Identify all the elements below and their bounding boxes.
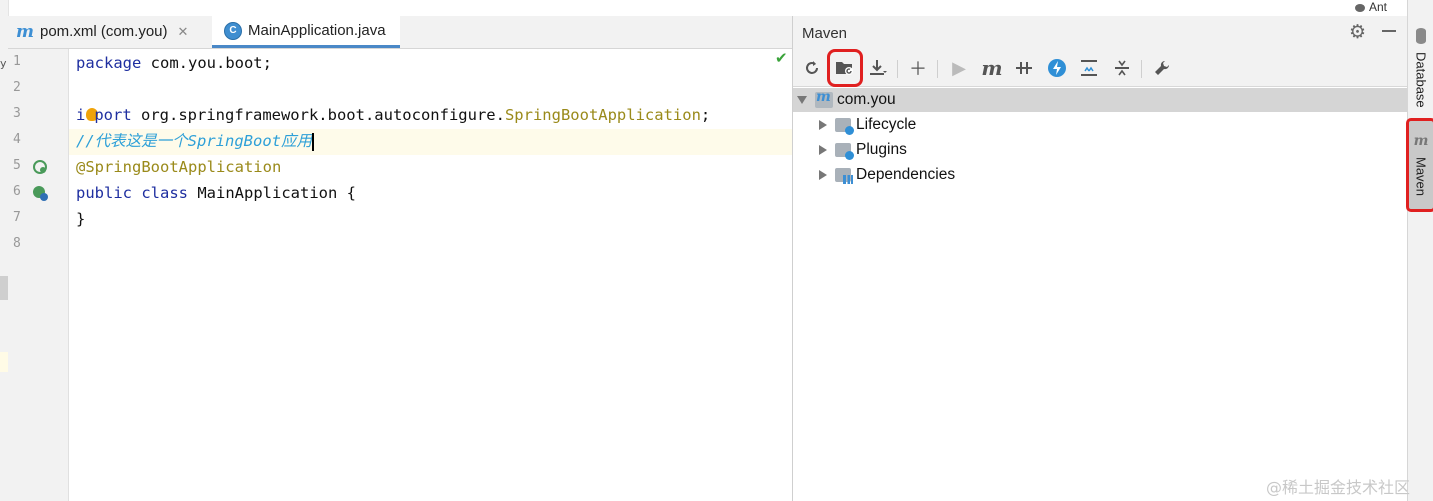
tree-item-dependencies[interactable]: Dependencies — [819, 163, 955, 187]
line-number: 7 — [13, 210, 21, 225]
show-dependencies-button[interactable] — [1076, 54, 1102, 82]
execute-maven-goal-button[interactable]: m — [979, 54, 1005, 82]
left-strip-glyph: y — [0, 57, 7, 70]
tab-label: pom.xml (com.you) — [40, 23, 168, 40]
maven-header: Maven ⚙ — [793, 16, 1407, 50]
code-line-4: //代表这是一个SpringBoot应用 — [76, 132, 314, 151]
reload-all-projects-button[interactable] — [799, 54, 825, 82]
tab-main-application[interactable]: C MainApplication.java — [212, 16, 400, 48]
lightning-icon — [1048, 59, 1066, 77]
maven-title: Maven — [802, 25, 848, 42]
code-editor[interactable]: ✔ package com.you.boot; i port org.spring… — [69, 49, 792, 501]
watermark: @稀土掘金技术社区 — [1266, 478, 1411, 497]
folder-refresh-icon — [836, 62, 853, 75]
plugins-folder-icon — [835, 143, 854, 160]
ant-label: Ant — [1369, 0, 1388, 14]
maven-project-icon: m — [815, 89, 833, 108]
line-number: 1 — [13, 54, 21, 69]
download-sources-button[interactable] — [865, 54, 891, 82]
text-caret — [311, 132, 314, 151]
tool-tab-maven[interactable]: m Maven — [1406, 118, 1433, 212]
offline-icon — [1016, 62, 1032, 74]
java-class-icon: C — [224, 21, 242, 40]
tab-pom-xml[interactable]: m pom.xml (com.you) ✕ — [16, 16, 188, 47]
line-number: 6 — [13, 184, 21, 199]
tool-tab-database[interactable]: Database — [1408, 50, 1433, 110]
tree-item-label: Lifecycle — [856, 116, 917, 133]
inspection-ok-check-icon[interactable]: ✔ — [775, 49, 788, 67]
line-number: 3 — [13, 106, 21, 121]
line-number: 4 — [13, 132, 21, 147]
top-spacer — [8, 0, 1408, 16]
database-icon — [1416, 28, 1426, 44]
left-strip-marker[interactable] — [0, 276, 8, 300]
add-maven-project-button[interactable]: ＋ — [905, 54, 931, 82]
expand-all-icon — [1081, 60, 1097, 76]
tree-item-root[interactable]: m com.you — [793, 88, 1411, 112]
maven-toolbar: ＋ ▶ m — [793, 49, 1407, 87]
code-line-6: public class MainApplication { — [76, 184, 356, 202]
tab-label: MainApplication.java — [248, 22, 386, 39]
editor-gutter: 1 2 3 4 5 6 7 8 — [8, 49, 69, 501]
tree-item-label: com.you — [837, 91, 896, 108]
maven-m-icon: m — [16, 21, 34, 42]
wrench-icon — [1155, 60, 1170, 75]
toggle-offline-mode-button[interactable] — [1011, 54, 1037, 82]
gear-icon[interactable]: ⚙ — [1349, 21, 1366, 43]
dependencies-folder-icon — [835, 168, 853, 184]
line-number: 8 — [13, 236, 21, 251]
tree-item-label: Dependencies — [856, 166, 956, 183]
maven-settings-button[interactable] — [1149, 54, 1175, 82]
skip-tests-button[interactable] — [1044, 54, 1070, 82]
line-number: 5 — [13, 158, 21, 173]
maven-m-icon: m — [1413, 133, 1429, 150]
toolbar-separator — [897, 60, 898, 78]
tree-item-lifecycle[interactable]: Lifecycle — [819, 113, 916, 137]
chevron-down-icon[interactable] — [797, 96, 807, 104]
refresh-icon — [806, 61, 818, 74]
lifecycle-folder-icon — [835, 118, 854, 135]
spring-bean-icon[interactable] — [32, 159, 48, 175]
editor-tab-bar: m pom.xml (com.you) ✕ C MainApplication.… — [8, 16, 792, 49]
toolbar-separator — [1141, 60, 1142, 78]
plus-icon: ＋ — [909, 59, 927, 80]
line-number: 2 — [13, 80, 21, 95]
code-line-7: } — [76, 210, 86, 228]
code-line-3: i port org.springframework.boot.autoconfi… — [76, 106, 711, 124]
code-line-1: package com.you.boot; — [76, 54, 272, 72]
ant-tool-button[interactable]: Ant — [1355, 0, 1387, 14]
hide-panel-icon[interactable] — [1382, 30, 1396, 32]
maven-m-icon: m — [981, 56, 1003, 80]
tree-item-label: Plugins — [856, 141, 907, 158]
chevron-right-icon[interactable] — [819, 170, 827, 180]
chevron-right-icon[interactable] — [819, 120, 827, 130]
collapse-all-button[interactable] — [1109, 54, 1135, 82]
code-line-5: @SpringBootApplication — [76, 158, 282, 176]
tree-item-plugins[interactable]: Plugins — [819, 138, 907, 162]
right-tool-strip: Database m Maven — [1406, 0, 1433, 501]
chevron-right-icon[interactable] — [819, 145, 827, 155]
run-maven-build-button[interactable]: ▶ — [946, 54, 972, 82]
tool-tab-label: Maven — [1413, 157, 1429, 197]
run-spring-app-icon[interactable] — [32, 185, 48, 201]
close-icon[interactable]: ✕ — [178, 24, 189, 40]
ant-icon — [1355, 3, 1365, 12]
tool-tab-label: Database — [1413, 52, 1429, 108]
left-strip-highlight — [0, 352, 8, 372]
toolbar-separator — [937, 60, 938, 78]
download-icon — [870, 60, 887, 75]
collapse-all-icon — [1115, 60, 1129, 76]
generate-sources-button[interactable] — [827, 49, 863, 87]
maven-tool-window: Maven ⚙ ＋ ▶ m m com.you Lifecycle Plugin… — [793, 16, 1411, 501]
play-icon: ▶ — [952, 57, 966, 79]
